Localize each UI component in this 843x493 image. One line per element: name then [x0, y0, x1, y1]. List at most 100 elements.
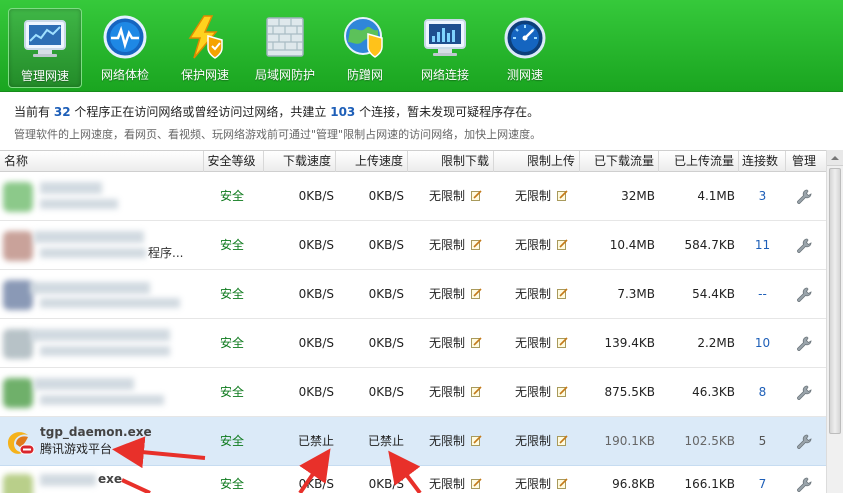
table-row[interactable]: 安全 0KB/S 0KB/S 无限制 无限制 139.4KB 2.2MB 10 [0, 319, 826, 368]
table-row-selected[interactable]: tgp_daemon.exe 腾讯游戏平台 安全 已禁止 已禁止 无限制 无限制… [0, 417, 826, 466]
limit-up-value: 无限制 [515, 287, 552, 301]
edit-icon[interactable] [471, 435, 482, 446]
connection-count-cell[interactable]: 5 [739, 417, 786, 466]
limit-up-cell[interactable]: 无限制 [515, 319, 568, 368]
table-row[interactable]: 安全 0KB/S 0KB/S 无限制 无限制 32MB 4.1MB 3 [0, 172, 826, 221]
column-down-speed[interactable]: 下载速度 [264, 151, 336, 172]
connection-count-cell[interactable]: 11 [739, 221, 786, 270]
column-connections[interactable]: 连接数 [739, 151, 786, 172]
edit-icon[interactable] [557, 190, 568, 201]
down-speed: 0KB/S [298, 385, 334, 399]
down-speed: 0KB/S [298, 477, 334, 491]
limit-down-value: 无限制 [429, 434, 466, 448]
column-safety[interactable]: 安全等级 [204, 151, 264, 172]
scroll-up-button[interactable] [827, 150, 843, 166]
limit-up-cell[interactable]: 无限制 [515, 368, 568, 417]
edit-icon[interactable] [557, 337, 568, 348]
limit-up-cell[interactable]: 无限制 [515, 417, 568, 466]
limit-up-cell[interactable]: 无限制 [515, 460, 568, 493]
toolbar-network-connections-button[interactable]: 网络连接 [408, 8, 482, 88]
column-up-speed[interactable]: 上传速度 [336, 151, 408, 172]
connection-count-cell[interactable]: 10 [739, 319, 786, 368]
toolbar-lan-protect-button[interactable]: 局域网防护 [248, 8, 322, 88]
table-row[interactable]: 安全 0KB/S 0KB/S 无限制 无限制 875.5KB 46.3KB 8 [0, 368, 826, 417]
uploaded-traffic: 54.4KB [692, 287, 735, 301]
blurred-app-name [34, 231, 144, 243]
edit-icon[interactable] [471, 337, 482, 348]
toolbar-anti-leech-button[interactable]: 防蹭网 [328, 8, 402, 88]
scroll-thumb[interactable] [829, 168, 841, 434]
edit-icon[interactable] [557, 288, 568, 299]
edit-icon[interactable] [471, 478, 482, 489]
limit-up-cell[interactable]: 无限制 [515, 172, 568, 221]
limit-up-value: 无限制 [515, 385, 552, 399]
limit-up-cell[interactable]: 无限制 [515, 270, 568, 319]
limit-down-cell[interactable]: 无限制 [429, 172, 482, 221]
up-speed: 0KB/S [368, 189, 404, 203]
down-speed: 0KB/S [298, 336, 334, 350]
down-speed-blocked: 已禁止 [297, 434, 334, 448]
summary-suffix: 个连接，暂未发现可疑程序存在。 [359, 105, 540, 119]
toolbar-speed-test-button[interactable]: 测网速 [488, 8, 562, 88]
safety-level: 安全 [220, 336, 245, 350]
edit-icon[interactable] [557, 435, 568, 446]
edit-icon[interactable] [557, 478, 568, 489]
edit-icon[interactable] [557, 386, 568, 397]
wrench-icon[interactable] [795, 237, 813, 255]
limit-down-value: 无限制 [429, 189, 466, 203]
edit-icon[interactable] [471, 288, 482, 299]
table-row[interactable]: exe 安全 0KB/S 0KB/S 无限制 无限制 96.8KB 166.1K… [0, 466, 826, 493]
wrench-icon[interactable] [795, 433, 813, 451]
edit-icon[interactable] [471, 239, 482, 250]
chevron-up-icon [831, 156, 839, 160]
wrench-icon[interactable] [795, 476, 813, 493]
table-row[interactable]: 安全 0KB/S 0KB/S 无限制 无限制 7.3MB 54.4KB -- [0, 270, 826, 319]
column-name[interactable]: 名称 [0, 151, 204, 172]
limit-down-value: 无限制 [429, 385, 466, 399]
up-speed: 0KB/S [368, 238, 404, 252]
wrench-icon[interactable] [795, 286, 813, 304]
column-limit-up[interactable]: 限制上传 [494, 151, 580, 172]
toolbar-protect-speed-button[interactable]: 保护网速 [168, 8, 242, 88]
table-row[interactable]: 程序... 安全 0KB/S 0KB/S 无限制 无限制 10.4MB 584.… [0, 221, 826, 270]
up-speed: 0KB/S [368, 336, 404, 350]
edit-icon[interactable] [557, 239, 568, 250]
down-speed: 0KB/S [298, 189, 334, 203]
edit-icon[interactable] [471, 386, 482, 397]
connection-count-cell[interactable]: -- [739, 270, 786, 319]
column-uploaded[interactable]: 已上传流量 [659, 151, 739, 172]
toolbar-network-check-button[interactable]: 网络体检 [88, 8, 162, 88]
edit-icon[interactable] [471, 190, 482, 201]
wrench-icon[interactable] [795, 384, 813, 402]
limit-down-cell[interactable]: 无限制 [429, 221, 482, 270]
toolbar-manage-speed-button[interactable]: 管理网速 [8, 8, 82, 88]
downloaded-traffic: 10.4MB [609, 238, 655, 252]
toolbar-label: 网络体检 [100, 68, 149, 82]
connection-count-cell[interactable]: 3 [739, 172, 786, 221]
limit-up-cell[interactable]: 无限制 [515, 221, 568, 270]
connection-count-cell[interactable]: 7 [739, 460, 786, 493]
blurred-app-name [34, 378, 134, 390]
column-downloaded[interactable]: 已下载流量 [580, 151, 659, 172]
main-toolbar: 管理网速 网络体检 保护网速 局域网防护 防蹭网 网络连接 测网速 [0, 0, 843, 92]
downloaded-traffic: 139.4KB [604, 336, 655, 350]
summary-middle: 个程序正在访问网络或曾经访问过网络，共建立 [74, 105, 327, 119]
app-icon [3, 231, 33, 261]
limit-down-cell[interactable]: 无限制 [429, 319, 482, 368]
wrench-icon[interactable] [795, 188, 813, 206]
uploaded-traffic: 102.5KB [684, 434, 735, 448]
wrench-icon[interactable] [795, 335, 813, 353]
limit-down-cell[interactable]: 无限制 [429, 368, 482, 417]
up-speed: 0KB/S [368, 385, 404, 399]
limit-down-cell[interactable]: 无限制 [429, 270, 482, 319]
connection-count-cell[interactable]: 8 [739, 368, 786, 417]
limit-down-cell[interactable]: 无限制 [429, 460, 482, 493]
blurred-app-desc [40, 346, 170, 356]
limit-down-cell[interactable]: 无限制 [429, 417, 482, 466]
blurred-app-name [40, 474, 96, 486]
vertical-scrollbar[interactable] [826, 150, 843, 493]
limit-up-value: 无限制 [515, 477, 552, 491]
column-limit-down[interactable]: 限制下载 [408, 151, 494, 172]
limit-down-value: 无限制 [429, 287, 466, 301]
column-manage[interactable]: 管理 [786, 151, 826, 172]
